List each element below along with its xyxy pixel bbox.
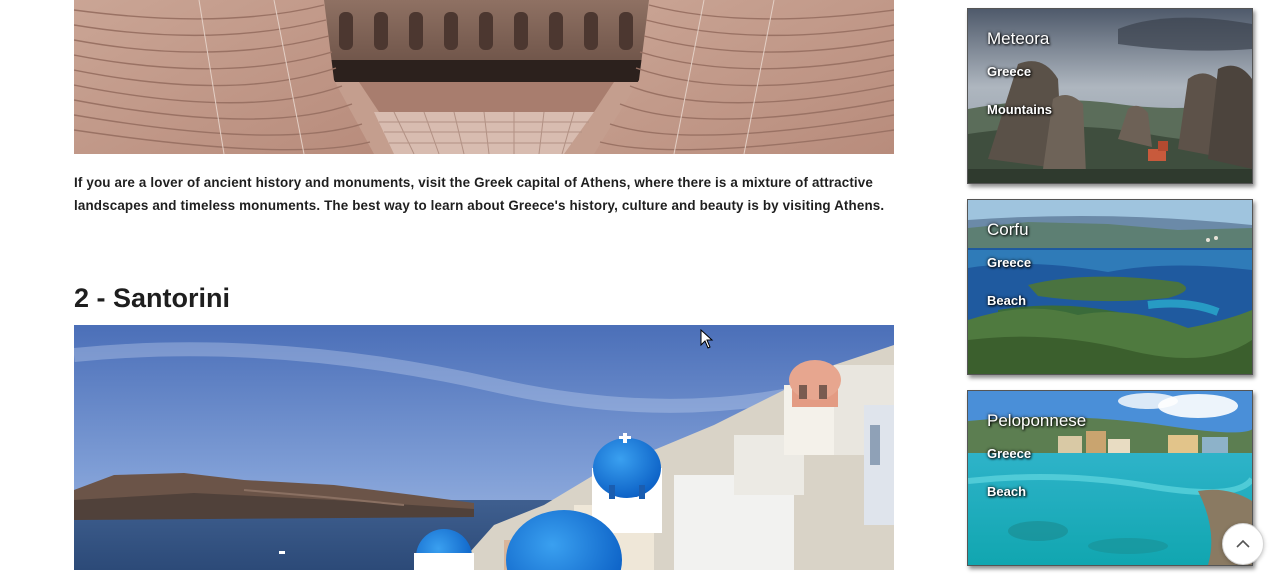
destination-card-peloponnese[interactable]: Peloponnese Greece Beach <box>967 390 1253 566</box>
article: If you are a lover of ancient history an… <box>74 0 894 570</box>
sidebar: Meteora Greece Mountains Corfu Greece Be… <box>967 8 1254 581</box>
card-country: Greece <box>987 255 1032 270</box>
chevron-up-icon <box>1236 539 1250 548</box>
section-heading: 2 - Santorini <box>74 283 231 313</box>
card-title: Meteora <box>987 29 1050 48</box>
card-title: Peloponnese <box>987 411 1087 430</box>
card-title: Corfu <box>987 220 1029 239</box>
mouse-pointer-icon <box>700 328 714 354</box>
card-category: Beach <box>987 293 1027 308</box>
santorini-image <box>74 325 894 570</box>
article-paragraph: If you are a lover of ancient history an… <box>74 175 885 213</box>
card-country: Greece <box>987 64 1032 79</box>
destination-card-meteora[interactable]: Meteora Greece Mountains <box>967 8 1253 184</box>
scroll-to-top-button[interactable] <box>1222 523 1264 565</box>
card-category: Mountains <box>987 102 1052 117</box>
athens-theatre-image <box>74 0 894 154</box>
destination-card-corfu[interactable]: Corfu Greece Beach <box>967 199 1253 375</box>
card-country: Greece <box>987 446 1032 461</box>
card-category: Beach <box>987 484 1027 499</box>
